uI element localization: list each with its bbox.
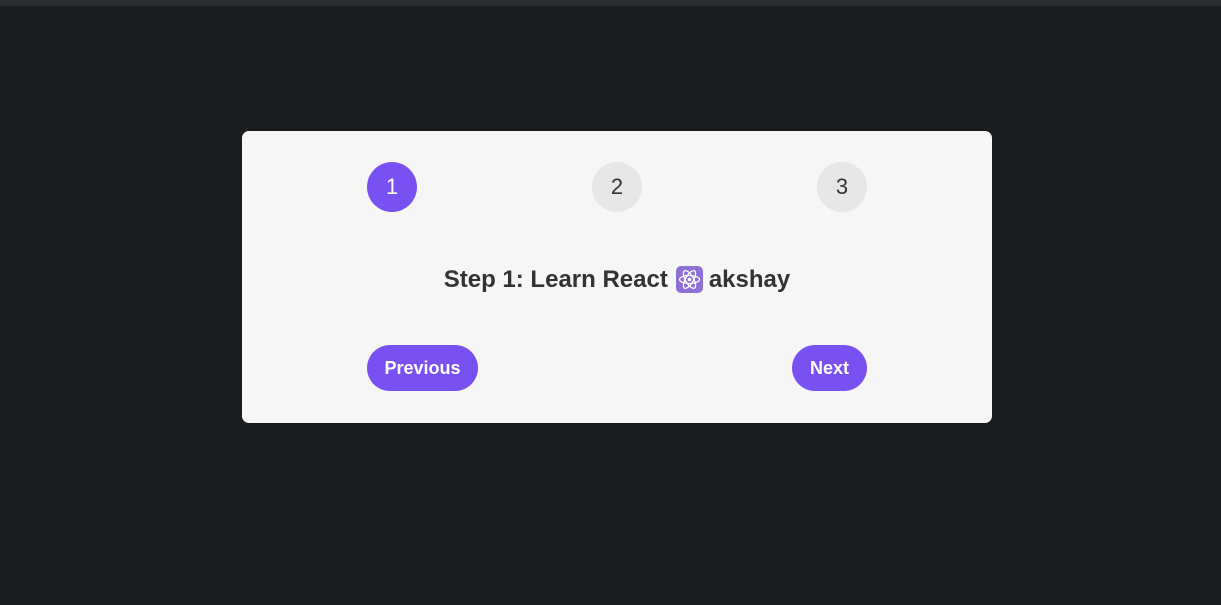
step-indicator-3[interactable]: 3 (817, 162, 867, 212)
step-indicator-2[interactable]: 2 (592, 162, 642, 212)
next-button[interactable]: Next (792, 345, 867, 391)
window-top-bar (0, 0, 1221, 6)
step-message: Step 1: Learn React akshay (242, 264, 992, 302)
steps-card: 1 2 3 Step 1: Learn React akshay Previou… (242, 131, 992, 423)
step-message-user: akshay (708, 266, 791, 293)
previous-button[interactable]: Previous (367, 345, 478, 391)
step-message-text: Step 1: Learn React (443, 266, 668, 293)
step-indicator-1[interactable]: 1 (367, 162, 417, 212)
atom-icon (675, 266, 703, 302)
